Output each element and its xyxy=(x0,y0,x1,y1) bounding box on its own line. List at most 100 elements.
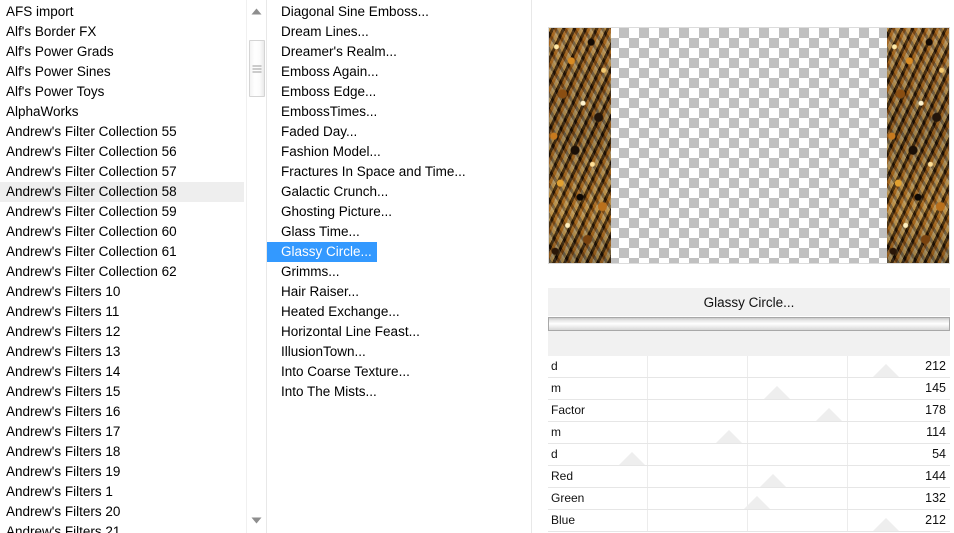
effect-list-row[interactable]: Glassy Circle... xyxy=(267,242,530,262)
effect-list-row[interactable]: IllusionTown... xyxy=(267,342,530,362)
slider-thumb-icon[interactable] xyxy=(764,386,791,399)
slider-thumb-icon[interactable] xyxy=(715,430,742,443)
effect-list-item[interactable]: Dream Lines... xyxy=(267,22,369,42)
category-list-item[interactable]: Andrew's Filters 15 xyxy=(0,382,244,402)
effect-list-row[interactable]: Dream Lines... xyxy=(267,22,530,42)
category-list-item[interactable]: Andrew's Filters 1 xyxy=(0,482,244,502)
category-list-item[interactable]: Andrew's Filter Collection 57 xyxy=(0,162,244,182)
effect-list-row[interactable]: Into The Mists... xyxy=(267,382,530,402)
effect-list-row[interactable]: Emboss Edge... xyxy=(267,82,530,102)
triangle-up-icon xyxy=(251,8,262,15)
effect-list-item[interactable]: Glass Time... xyxy=(267,222,360,242)
slider-thumb-icon[interactable] xyxy=(760,474,787,487)
parameter-slider-list[interactable]: d 212 m 145 Factor 178 m 114 d 54 Red 144 Green 132 Bl… xyxy=(548,356,950,532)
effect-list-item[interactable]: Hair Raiser... xyxy=(267,282,359,302)
parameter-slider-row[interactable]: m 145 xyxy=(548,378,950,400)
category-list-item[interactable]: Alf's Power Sines xyxy=(0,62,244,82)
parameter-slider-row[interactable]: Blue 212 xyxy=(548,510,950,532)
effect-list-item[interactable]: Grimms... xyxy=(267,262,340,282)
parameter-label: Blue xyxy=(551,513,576,527)
parameter-label: d xyxy=(551,359,558,373)
effect-list-row[interactable]: Faded Day... xyxy=(267,122,530,142)
parameter-slider-row[interactable]: Green 132 xyxy=(548,488,950,510)
effect-list-item[interactable]: Emboss Again... xyxy=(267,62,379,82)
category-list-item[interactable]: Andrew's Filters 18 xyxy=(0,442,244,462)
parameter-slider-row[interactable]: Factor 178 xyxy=(548,400,950,422)
category-list-item[interactable]: Andrew's Filter Collection 60 xyxy=(0,222,244,242)
parameter-value: 145 xyxy=(925,381,946,395)
category-list-item[interactable]: Andrew's Filters 11 xyxy=(0,302,244,322)
effect-list-item[interactable]: Ghosting Picture... xyxy=(267,202,392,222)
category-list-item[interactable]: AlphaWorks xyxy=(0,102,244,122)
scrollbar-track[interactable] xyxy=(248,20,265,511)
category-list-item[interactable]: Andrew's Filter Collection 56 xyxy=(0,142,244,162)
effect-list-row[interactable]: Into Coarse Texture... xyxy=(267,362,530,382)
filter-category-list[interactable]: AFS import Alf's Border FX Alf's Power Gra… xyxy=(0,0,244,533)
effect-list-row[interactable]: Fashion Model... xyxy=(267,142,530,162)
effect-list-item-selected[interactable]: Glassy Circle... xyxy=(267,242,377,262)
category-list-item[interactable]: Andrew's Filters 21 xyxy=(0,522,244,533)
category-list-item[interactable]: Andrew's Filter Collection 55 xyxy=(0,122,244,142)
effect-list-item[interactable]: Faded Day... xyxy=(267,122,357,142)
effect-list-item[interactable]: Heated Exchange... xyxy=(267,302,400,322)
effect-list-row[interactable]: Glass Time... xyxy=(267,222,530,242)
effect-list-row[interactable]: Emboss Again... xyxy=(267,62,530,82)
effect-list-item[interactable]: Emboss Edge... xyxy=(267,82,376,102)
effect-list-item[interactable]: Fashion Model... xyxy=(267,142,381,162)
effect-list-item[interactable]: Into Coarse Texture... xyxy=(267,362,410,382)
category-list-item[interactable]: AFS import xyxy=(0,2,244,22)
category-list-item[interactable]: Andrew's Filters 16 xyxy=(0,402,244,422)
effect-list-item[interactable]: Dreamer's Realm... xyxy=(267,42,397,62)
scrollbar-thumb[interactable] xyxy=(249,40,265,97)
effect-list-item[interactable]: Diagonal Sine Emboss... xyxy=(267,2,429,22)
effect-list-row[interactable]: EmbossTimes... xyxy=(267,102,530,122)
category-list-item[interactable]: Andrew's Filter Collection 62 xyxy=(0,262,244,282)
effect-list-row[interactable]: Horizontal Line Feast... xyxy=(267,322,530,342)
category-list-item[interactable]: Alf's Power Grads xyxy=(0,42,244,62)
slider-thumb-icon[interactable] xyxy=(872,518,899,531)
render-progress-bar xyxy=(548,317,950,331)
effect-list-row[interactable]: Hair Raiser... xyxy=(267,282,530,302)
parameter-slider-row[interactable]: m 114 xyxy=(548,422,950,444)
filter-effect-list[interactable]: Diagonal Sine Emboss... Dream Lines... Dre… xyxy=(267,0,530,402)
plugin-browser-window: AFS import Alf's Border FX Alf's Power Gra… xyxy=(0,0,954,533)
effect-list-row[interactable]: Ghosting Picture... xyxy=(267,202,530,222)
category-list-item[interactable]: Andrew's Filters 20 xyxy=(0,502,244,522)
parameter-slider-row[interactable]: d 54 xyxy=(548,444,950,466)
slider-thumb-icon[interactable] xyxy=(816,408,843,421)
scroll-up-button[interactable] xyxy=(247,2,265,20)
category-list-item[interactable]: Alf's Border FX xyxy=(0,22,244,42)
slider-thumb-icon[interactable] xyxy=(872,364,899,377)
slider-thumb-icon[interactable] xyxy=(744,496,771,509)
category-list-item[interactable]: Andrew's Filters 13 xyxy=(0,342,244,362)
effect-list-row[interactable]: Heated Exchange... xyxy=(267,302,530,322)
category-list-item[interactable]: Andrew's Filters 12 xyxy=(0,322,244,342)
category-list-item[interactable]: Alf's Power Toys xyxy=(0,82,244,102)
parameter-slider-row[interactable]: d 212 xyxy=(548,356,950,378)
category-scrollbar[interactable] xyxy=(246,0,265,533)
effect-list-item[interactable]: Into The Mists... xyxy=(267,382,377,402)
effect-list-row[interactable]: Grimms... xyxy=(267,262,530,282)
preview-image[interactable] xyxy=(548,27,950,264)
category-list-item[interactable]: Andrew's Filter Collection 58 xyxy=(0,182,244,202)
effect-list-row[interactable]: Fractures In Space and Time... xyxy=(267,162,530,182)
effect-list-item[interactable]: Galactic Crunch... xyxy=(267,182,388,202)
category-list-item[interactable]: Andrew's Filters 10 xyxy=(0,282,244,302)
category-list-item[interactable]: Andrew's Filters 19 xyxy=(0,462,244,482)
effect-list-item[interactable]: Fractures In Space and Time... xyxy=(267,162,466,182)
parameter-slider-row[interactable]: Red 144 xyxy=(548,466,950,488)
slider-thumb-icon[interactable] xyxy=(619,452,646,465)
effect-list-item[interactable]: IllusionTown... xyxy=(267,342,366,362)
slider-tick-marks xyxy=(548,400,950,421)
effect-list-row[interactable]: Dreamer's Realm... xyxy=(267,42,530,62)
effect-list-item[interactable]: EmbossTimes... xyxy=(267,102,377,122)
parameter-value: 212 xyxy=(925,359,946,373)
category-list-item[interactable]: Andrew's Filters 14 xyxy=(0,362,244,382)
effect-list-row[interactable]: Diagonal Sine Emboss... xyxy=(267,2,530,22)
category-list-item[interactable]: Andrew's Filter Collection 59 xyxy=(0,202,244,222)
effect-list-item[interactable]: Horizontal Line Feast... xyxy=(267,322,420,342)
effect-list-row[interactable]: Galactic Crunch... xyxy=(267,182,530,202)
category-list-item[interactable]: Andrew's Filter Collection 61 xyxy=(0,242,244,262)
scroll-down-button[interactable] xyxy=(247,511,265,529)
category-list-item[interactable]: Andrew's Filters 17 xyxy=(0,422,244,442)
